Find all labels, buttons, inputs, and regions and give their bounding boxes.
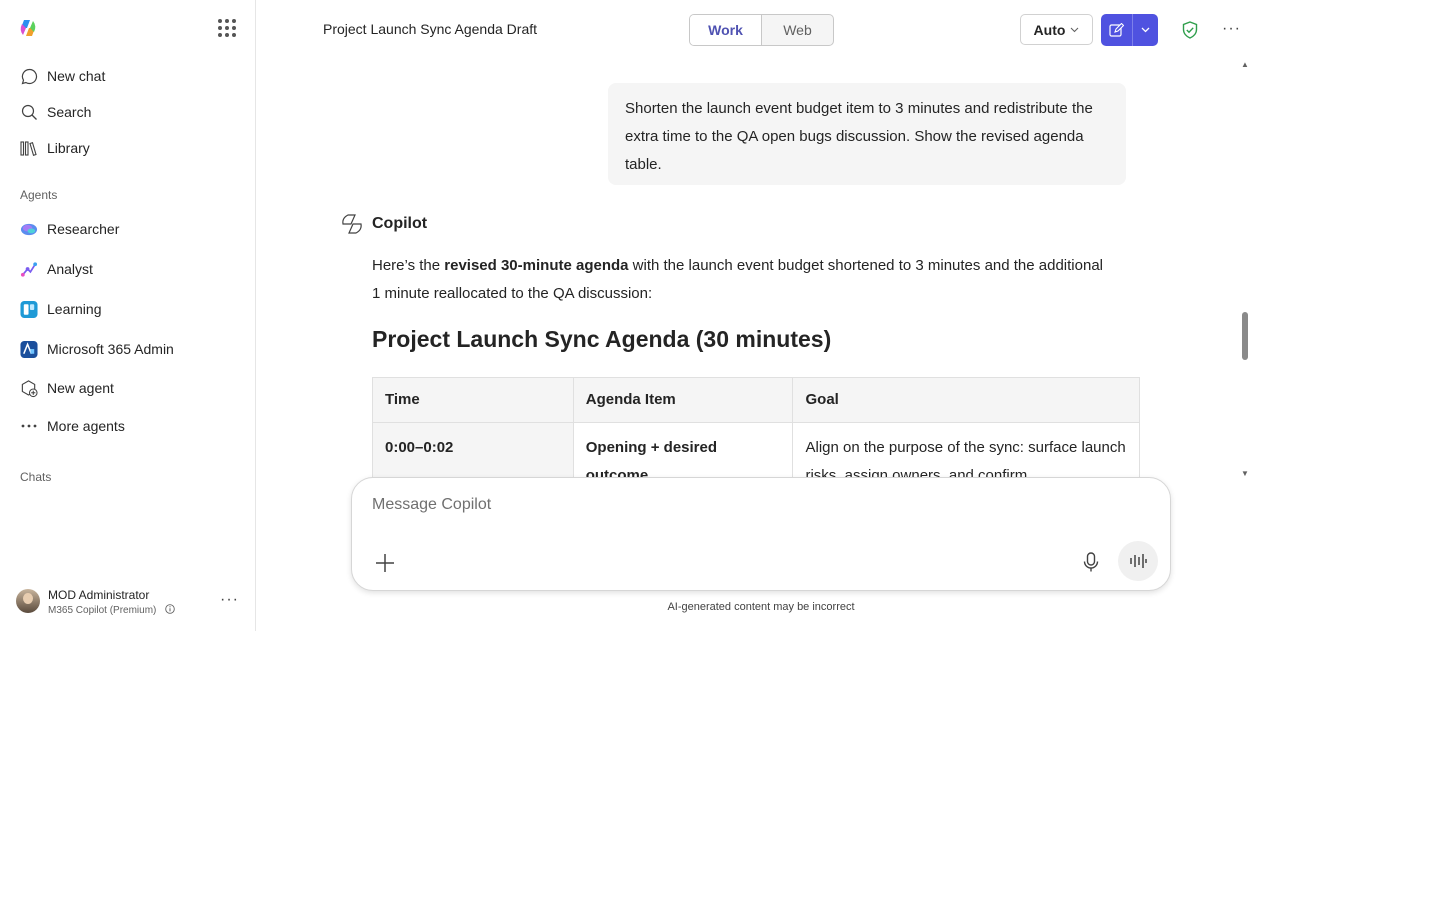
agent-more[interactable]: More agents: [20, 415, 125, 437]
message-composer: [351, 477, 1171, 591]
cell-goal: Align on the purpose of the sync: surfac…: [792, 422, 1140, 478]
agent-analyst[interactable]: Analyst: [20, 258, 93, 280]
new-chat-split-button[interactable]: [1101, 14, 1158, 46]
app-launcher-icon[interactable]: [218, 19, 236, 37]
chat-bubble-icon: [20, 67, 38, 85]
agents-section-label: Agents: [20, 188, 58, 202]
chevron-down-icon[interactable]: [1133, 14, 1158, 46]
more-options-icon[interactable]: ···: [1222, 20, 1241, 38]
assistant-answer: Here’s the revised 30-minute agenda with…: [372, 252, 1112, 308]
toggle-work[interactable]: Work: [690, 15, 762, 45]
library-icon: [20, 139, 38, 157]
nav-library[interactable]: Library: [20, 137, 90, 159]
microphone-icon[interactable]: [1080, 551, 1102, 573]
learning-icon: [20, 300, 38, 318]
answer-text-pre: Here’s the: [372, 257, 445, 274]
table-header-row: Time Agenda Item Goal: [372, 377, 1140, 423]
sidebar: New chat Search Library Agents Researche…: [0, 0, 256, 631]
agent-label: Researcher: [47, 221, 120, 237]
agent-label: Learning: [47, 301, 102, 317]
answer-text-bold: revised 30-minute agenda: [444, 257, 629, 274]
agent-m365-admin[interactable]: Microsoft 365 Admin: [20, 338, 174, 360]
table-row: 0:00–0:02 Opening + desired outcome Alig…: [372, 422, 1140, 478]
work-web-toggle[interactable]: Work Web: [689, 14, 834, 46]
agent-researcher[interactable]: Researcher: [20, 218, 119, 240]
assistant-header: Copilot: [340, 213, 427, 235]
search-icon: [20, 103, 38, 121]
voice-mode-button[interactable]: [1118, 541, 1158, 581]
agent-label: New agent: [47, 380, 114, 396]
scrollbar-thumb[interactable]: [1242, 312, 1248, 360]
info-icon[interactable]: [165, 604, 175, 614]
user-name: MOD Administrator: [48, 588, 150, 602]
user-message: Shorten the launch event budget item to …: [608, 83, 1126, 185]
agent-label: Analyst: [47, 261, 93, 277]
column-header: Goal: [792, 377, 1140, 423]
cell-agenda-item: Opening + desired outcome: [572, 422, 794, 478]
compose-icon[interactable]: [1101, 14, 1133, 46]
model-label: Auto: [1033, 21, 1066, 38]
nav-label: New chat: [47, 68, 106, 84]
model-selector[interactable]: Auto: [1020, 14, 1093, 45]
copilot-logo-icon[interactable]: [18, 18, 38, 38]
researcher-icon: [20, 220, 38, 238]
agent-label: More agents: [47, 418, 125, 434]
more-icon: [20, 417, 38, 435]
copilot-icon: [342, 214, 362, 234]
agenda-heading: Project Launch Sync Agenda (30 minutes): [372, 326, 832, 352]
agent-new[interactable]: New agent: [20, 377, 114, 399]
chats-section-label: Chats: [20, 470, 52, 484]
scroll-up-arrow-icon[interactable]: ▲: [1241, 60, 1249, 69]
cell-time: 0:00–0:02: [372, 422, 574, 478]
user-more-icon[interactable]: ···: [220, 591, 239, 609]
avatar: [16, 589, 40, 613]
agenda-table: Time Agenda Item Goal 0:00–0:02 Opening …: [372, 377, 1140, 478]
nav-label: Library: [47, 140, 90, 156]
user-plan-text: M365 Copilot (Premium): [48, 605, 157, 616]
scroll-down-arrow-icon[interactable]: ▼: [1241, 469, 1249, 478]
agent-label: Microsoft 365 Admin: [47, 341, 174, 357]
nav-search[interactable]: Search: [20, 101, 91, 123]
chat-scrollbar[interactable]: ▲ ▼: [1240, 60, 1250, 478]
analyst-icon: [20, 260, 38, 278]
agent-learning[interactable]: Learning: [20, 298, 102, 320]
new-agent-icon: [20, 379, 38, 397]
column-header: Time: [372, 377, 574, 423]
message-input[interactable]: [372, 496, 972, 514]
admin-icon: [20, 340, 38, 358]
user-profile[interactable]: MOD Administrator M365 Copilot (Premium)…: [16, 588, 246, 616]
nav-label: Search: [47, 104, 92, 120]
shield-check-icon[interactable]: [1181, 21, 1199, 39]
user-plan: M365 Copilot (Premium): [48, 604, 175, 616]
chevron-down-icon: [1070, 25, 1079, 35]
assistant-name: Copilot: [372, 215, 428, 232]
conversation-title: Project Launch Sync Agenda Draft: [323, 21, 538, 37]
audio-waveform-icon: [1130, 554, 1147, 568]
column-header: Agenda Item: [572, 377, 794, 423]
toggle-web[interactable]: Web: [762, 15, 833, 45]
chat-transcript[interactable]: Shorten the launch event budget item to …: [256, 60, 1250, 478]
nav-new-chat[interactable]: New chat: [20, 65, 105, 87]
add-attachment-icon[interactable]: [374, 552, 396, 574]
ai-disclaimer: AI-generated content may be incorrect: [667, 601, 855, 613]
